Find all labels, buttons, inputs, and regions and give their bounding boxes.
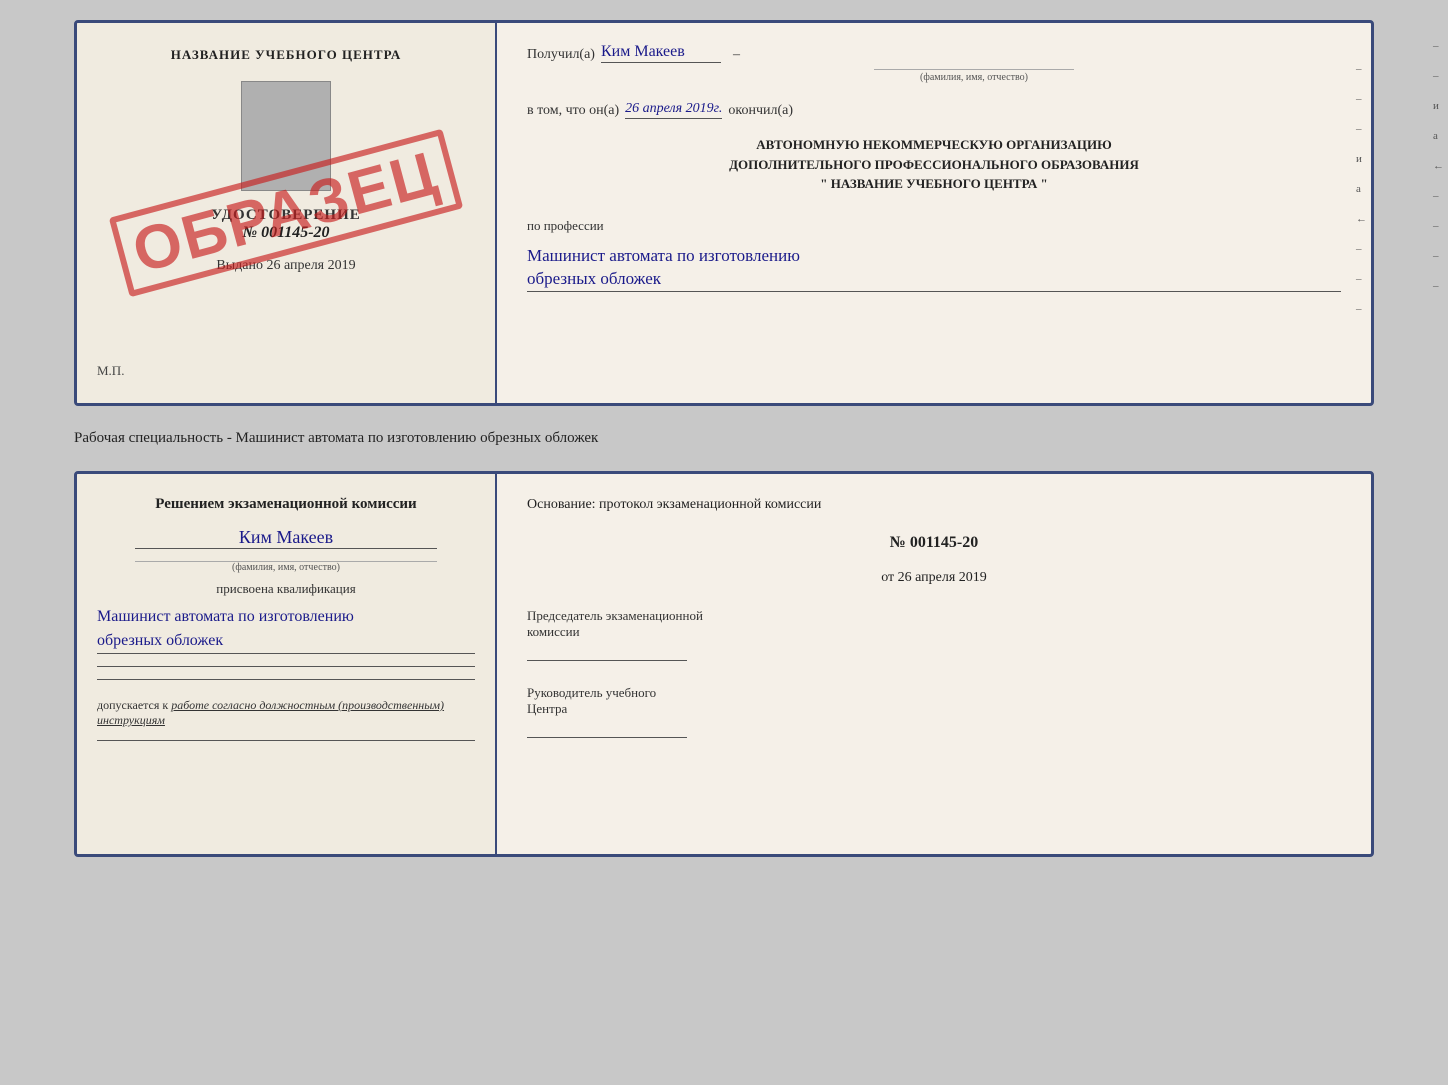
udostoverenie-block: УДОСТОВЕРЕНИЕ № 001145-20 bbox=[211, 207, 361, 242]
chairman-label2: комиссии bbox=[527, 624, 1341, 640]
top-doc-right: Получил(а) Ким Макеев – (фамилия, имя, о… bbox=[497, 23, 1371, 403]
profession-value: Машинист автомата по изготовлению обрезн… bbox=[527, 244, 1341, 293]
side-marks: – – – и а ← – – – bbox=[1356, 63, 1367, 315]
prisvoena-text: присвоена квалификация bbox=[97, 581, 475, 597]
person-name: Ким Макеев bbox=[601, 43, 721, 63]
bottom-fio-sub: (фамилия, имя, отчество) bbox=[135, 561, 437, 573]
rukov-block: Руководитель учебного Центра bbox=[527, 685, 1341, 738]
rukov-label2: Центра bbox=[527, 701, 1341, 717]
qualification-value: Машинист автомата по изготовлению обрезн… bbox=[97, 605, 475, 654]
vydano-row: Выдано 26 апреля 2019 bbox=[216, 258, 355, 274]
bottom-doc-left: Решением экзаменационной комиссии Ким Ма… bbox=[77, 474, 497, 854]
bottom-document: Решением экзаменационной комиссии Ким Ма… bbox=[74, 471, 1374, 857]
komissia-title: Решением экзаменационной комиссии bbox=[97, 494, 475, 515]
dopuskaetsya-prefix: допускается к bbox=[97, 698, 168, 712]
vydano-label: Выдано bbox=[216, 258, 263, 273]
line1 bbox=[97, 666, 475, 667]
bottom-person-name: Ким Макеев bbox=[135, 527, 437, 549]
fio-sub-top: (фамилия, имя, отчество) bbox=[874, 69, 1074, 83]
vydano-date: 26 апреля 2019 bbox=[266, 258, 355, 273]
profession-line1: Машинист автомата по изготовлению bbox=[527, 246, 800, 265]
vtom-row: в том, что он(а) 26 апреля 2019г. окончи… bbox=[527, 101, 1341, 119]
line2 bbox=[97, 679, 475, 680]
rukov-signature-line bbox=[527, 737, 687, 738]
po-professii-label: по профессии bbox=[527, 218, 1341, 234]
qual-line1: Машинист автомата по изготовлению bbox=[97, 608, 354, 625]
osnovanie-label: Основание: протокол экзаменационной коми… bbox=[527, 494, 1341, 516]
ot-date: 26 апреля 2019 bbox=[898, 570, 987, 585]
chairman-label1: Председатель экзаменационной bbox=[527, 608, 1341, 624]
mp-row: М.П. bbox=[97, 363, 124, 379]
middle-text: Рабочая специальность - Машинист автомат… bbox=[74, 422, 1374, 455]
org-line2: ДОПОЛНИТЕЛЬНОГО ПРОФЕССИОНАЛЬНОГО ОБРАЗО… bbox=[527, 155, 1341, 175]
ot-label: от bbox=[881, 570, 894, 585]
vtom-label: в том, что он(а) bbox=[527, 103, 619, 119]
org-line3: " НАЗВАНИЕ УЧЕБНОГО ЦЕНТРА " bbox=[527, 174, 1341, 194]
org-block: АВТОНОМНУЮ НЕКОММЕРЧЕСКУЮ ОРГАНИЗАЦИЮ ДО… bbox=[527, 135, 1341, 194]
top-left-title: НАЗВАНИЕ УЧЕБНОГО ЦЕНТРА bbox=[171, 47, 402, 63]
qual-line2: обрезных обложек bbox=[97, 632, 223, 649]
completion-date: 26 апреля 2019г. bbox=[625, 101, 722, 119]
chairman-signature-line bbox=[527, 660, 687, 661]
line3 bbox=[97, 740, 475, 741]
okonchil-label: окончил(а) bbox=[728, 103, 793, 119]
dopuskaetsya-block: допускается к работе согласно должностны… bbox=[97, 698, 475, 728]
org-line1: АВТОНОМНУЮ НЕКОММЕРЧЕСКУЮ ОРГАНИЗАЦИЮ bbox=[527, 135, 1341, 155]
doc-number: № 001145-20 bbox=[211, 224, 361, 242]
poluchil-row: Получил(а) Ким Макеев – bbox=[527, 43, 1341, 63]
chairman-block: Председатель экзаменационной комиссии bbox=[527, 608, 1341, 661]
photo-placeholder bbox=[241, 81, 331, 191]
profession-line2: обрезных обложек bbox=[527, 269, 661, 288]
protokol-number: № 001145-20 bbox=[527, 534, 1341, 552]
poluchil-label: Получил(а) bbox=[527, 47, 595, 63]
top-doc-left: НАЗВАНИЕ УЧЕБНОГО ЦЕНТРА УДОСТОВЕРЕНИЕ №… bbox=[77, 23, 497, 403]
rukov-label1: Руководитель учебного bbox=[527, 685, 1341, 701]
ot-date-row: от 26 апреля 2019 bbox=[527, 570, 1341, 586]
bottom-doc-right: Основание: протокол экзаменационной коми… bbox=[497, 474, 1371, 854]
udostoverenie-text: УДОСТОВЕРЕНИЕ bbox=[211, 207, 361, 224]
top-document: НАЗВАНИЕ УЧЕБНОГО ЦЕНТРА УДОСТОВЕРЕНИЕ №… bbox=[74, 20, 1374, 406]
